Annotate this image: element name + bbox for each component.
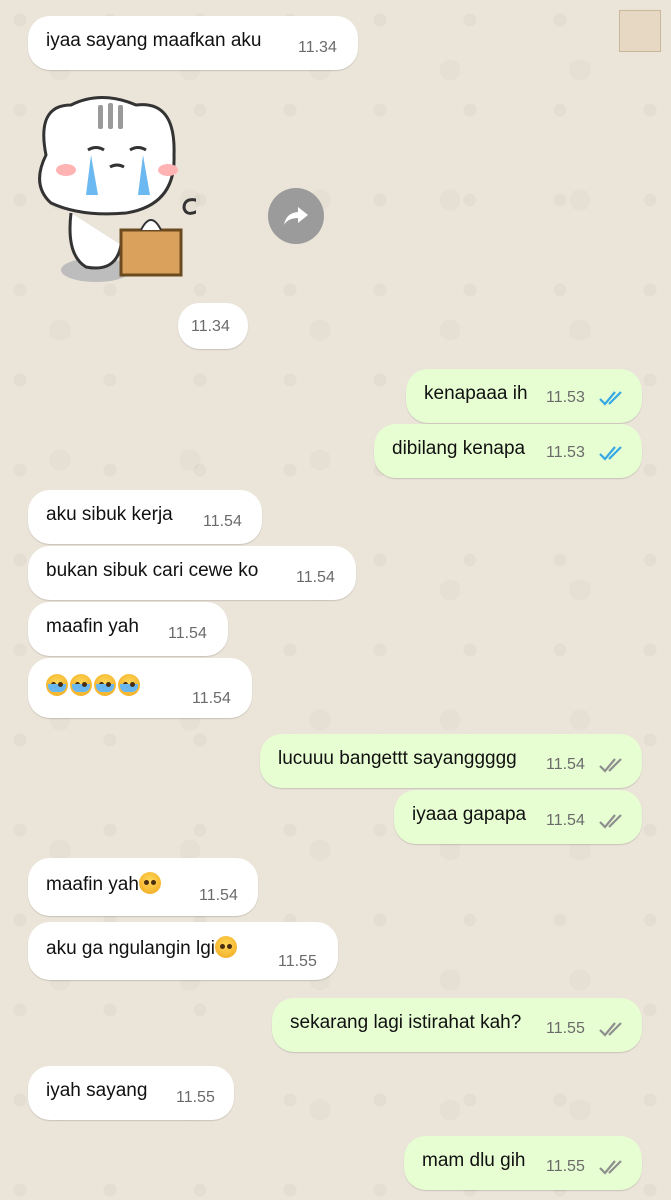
delivered-receipt-icon bbox=[599, 1160, 622, 1175]
media-thumbnail[interactable] bbox=[619, 10, 661, 52]
outgoing-message[interactable]: kenapaaa ih 11.53 bbox=[406, 369, 642, 423]
delivered-receipt-icon bbox=[599, 758, 622, 773]
incoming-message[interactable]: maafin yah 11.54 bbox=[28, 858, 258, 916]
pleading-face-icon bbox=[215, 936, 238, 958]
message-time: 11.54 bbox=[203, 513, 242, 530]
outgoing-message[interactable]: sekarang lagi istirahat kah? 11.55 bbox=[272, 998, 642, 1052]
message-time: 11.55 bbox=[546, 1020, 585, 1037]
forward-button[interactable] bbox=[268, 188, 324, 244]
message-time: 11.54 bbox=[199, 887, 238, 904]
message-time: 11.34 bbox=[191, 318, 230, 335]
loudly-crying-face-icon bbox=[118, 674, 140, 696]
read-receipt-icon bbox=[599, 391, 622, 406]
incoming-message[interactable]: 11.54 bbox=[28, 658, 252, 718]
incoming-message[interactable]: aku sibuk kerja 11.54 bbox=[28, 490, 262, 544]
message-time: 11.53 bbox=[546, 444, 585, 461]
delivered-receipt-icon bbox=[599, 1022, 622, 1037]
delivered-receipt-icon bbox=[599, 814, 622, 829]
message-time: 11.54 bbox=[296, 569, 335, 586]
incoming-message[interactable]: aku ga ngulangin lgi 11.55 bbox=[28, 922, 338, 980]
message-time: 11.54 bbox=[546, 756, 585, 773]
message-text-value: maafin yah bbox=[46, 874, 139, 895]
message-text: maafin yah bbox=[46, 616, 139, 637]
message-text: dibilang kenapa bbox=[392, 438, 526, 459]
read-receipt-icon bbox=[599, 446, 622, 461]
message-time: 11.34 bbox=[298, 39, 337, 56]
message-text: maafin yah bbox=[46, 872, 163, 896]
message-text: iyah sayang bbox=[46, 1080, 148, 1101]
pleading-face-icon bbox=[138, 872, 161, 894]
message-text: lucuuu bangettt sayanggggg bbox=[278, 748, 517, 769]
message-time: 11.54 bbox=[168, 625, 207, 642]
message-time: 11.54 bbox=[192, 690, 231, 707]
message-text: iyaaa gapapa bbox=[412, 804, 527, 825]
loudly-crying-face-icon bbox=[46, 674, 68, 696]
incoming-message[interactable]: iyah sayang 11.55 bbox=[28, 1066, 234, 1120]
message-time: 11.55 bbox=[546, 1158, 585, 1175]
sticker-timestamp: 11.34 bbox=[178, 303, 248, 349]
message-time: 11.53 bbox=[546, 389, 585, 406]
message-time: 11.55 bbox=[278, 953, 317, 970]
message-text-value: aku ga ngulangin lgi bbox=[46, 938, 216, 959]
outgoing-message[interactable]: dibilang kenapa 11.53 bbox=[374, 424, 642, 478]
message-text: kenapaaa ih bbox=[424, 383, 528, 404]
loudly-crying-face-icon bbox=[94, 674, 116, 696]
message-text: aku ga ngulangin lgi bbox=[46, 936, 239, 960]
incoming-message[interactable]: iyaa sayang maafkan aku 11.34 bbox=[28, 16, 358, 70]
emoji-row bbox=[46, 674, 142, 698]
outgoing-message[interactable]: lucuuu bangettt sayanggggg 11.54 bbox=[260, 734, 642, 788]
incoming-message[interactable]: maafin yah 11.54 bbox=[28, 602, 228, 656]
message-text: mam dlu gih bbox=[422, 1150, 526, 1171]
incoming-message[interactable]: bukan sibuk cari cewe ko 11.54 bbox=[28, 546, 356, 600]
message-time: 11.55 bbox=[176, 1089, 215, 1106]
cat-crying-sticker[interactable] bbox=[26, 95, 201, 295]
message-text: bukan sibuk cari cewe ko bbox=[46, 560, 259, 581]
message-text: sekarang lagi istirahat kah? bbox=[290, 1012, 522, 1033]
forward-arrow-icon bbox=[284, 207, 308, 225]
message-text: aku sibuk kerja bbox=[46, 504, 173, 525]
outgoing-message[interactable]: mam dlu gih 11.55 bbox=[404, 1136, 642, 1190]
message-time: 11.54 bbox=[546, 812, 585, 829]
outgoing-message[interactable]: iyaaa gapapa 11.54 bbox=[394, 790, 642, 844]
message-text: iyaa sayang maafkan aku bbox=[46, 30, 262, 51]
loudly-crying-face-icon bbox=[70, 674, 92, 696]
